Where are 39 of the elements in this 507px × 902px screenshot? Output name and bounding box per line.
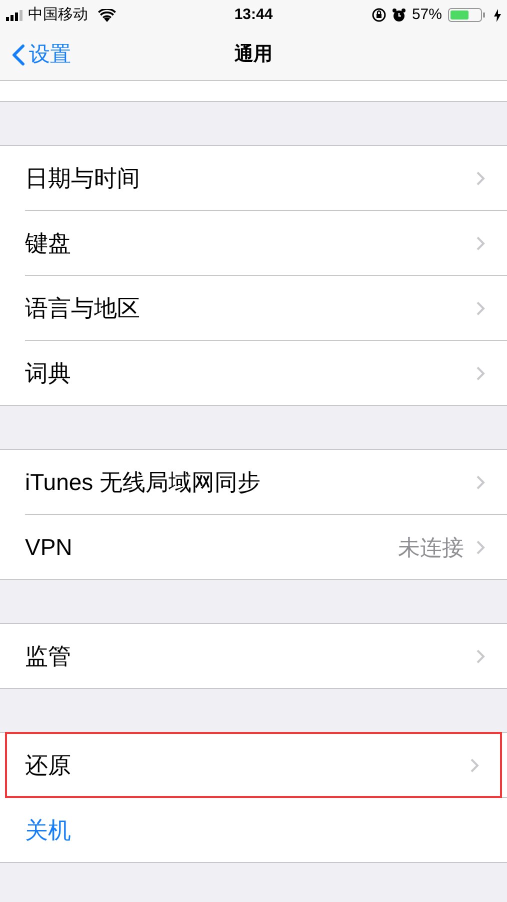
row-label: VPN — [25, 532, 74, 562]
back-button[interactable]: 设置 — [12, 30, 71, 80]
row-label: 键盘 — [25, 228, 72, 258]
back-chevron-icon — [12, 44, 25, 66]
settings-row[interactable]: 监管 — [0, 624, 507, 688]
chevron-icon — [476, 170, 485, 186]
row-label: 还原 — [25, 750, 72, 780]
wifi-icon — [98, 8, 116, 22]
chevron-icon — [476, 474, 485, 490]
chevron-icon — [476, 648, 485, 664]
carrier-name: 中国移动 — [28, 4, 88, 25]
row-label: 语言与地区 — [25, 294, 141, 323]
settings-row[interactable]: 词典 — [0, 341, 507, 405]
settings-row[interactable]: 还原 — [6, 733, 501, 797]
row-value: 未连接 — [398, 534, 464, 562]
rotation-lock-icon — [372, 8, 386, 22]
settings-row[interactable]: VPN 未连接 — [0, 515, 507, 579]
page-title: 通用 — [234, 42, 272, 67]
settings-row[interactable]: 键盘 — [0, 211, 507, 275]
chevron-icon — [476, 300, 485, 316]
chevron-icon — [470, 758, 479, 772]
battery-icon — [448, 8, 488, 22]
status-time: 13:44 — [233, 4, 274, 25]
row-label: 词典 — [25, 358, 72, 388]
row-label: 监管 — [25, 642, 72, 671]
signal-icon — [6, 10, 24, 20]
chevron-icon — [476, 366, 485, 380]
settings-row[interactable]: iTunes 无线局域网同步 — [0, 450, 507, 514]
alarm-icon — [392, 8, 406, 22]
chevron-icon — [476, 540, 485, 554]
row-label: iTunes 无线局域网同步 — [25, 468, 262, 497]
settings-row[interactable]: 日期与时间 — [0, 146, 507, 210]
chevron-icon — [476, 236, 485, 250]
settings-row[interactable]: 语言与地区 — [0, 276, 507, 340]
row-label: 日期与时间 — [25, 164, 141, 193]
row-label: 关机 — [25, 816, 72, 845]
settings-row[interactable]: 关机 — [0, 798, 507, 862]
charging-icon — [494, 8, 501, 22]
battery-percent: 57% — [412, 4, 442, 25]
